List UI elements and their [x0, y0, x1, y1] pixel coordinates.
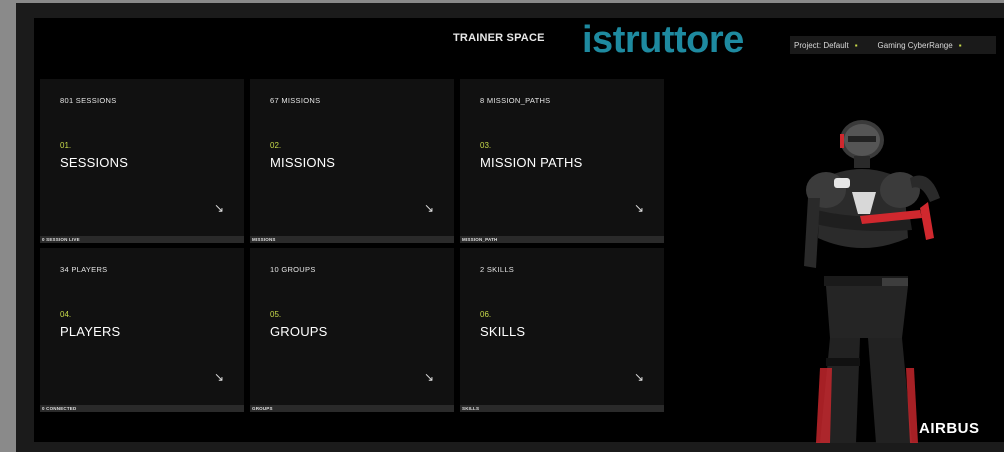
range-selector[interactable]: Gaming CyberRange — [878, 41, 953, 50]
card-count: 67 MISSIONS — [270, 96, 321, 105]
card-number: 05. — [270, 310, 282, 319]
card-count: 2 SKILLS — [480, 265, 515, 274]
card-title: GROUPS — [270, 324, 328, 339]
card-footer: 0 CONNECTED — [40, 405, 244, 412]
card-players[interactable]: 34 PLAYERS 04. PLAYERS ↘ 0 CONNECTED — [40, 248, 244, 412]
card-title: SESSIONS — [60, 155, 129, 170]
card-count: 34 PLAYERS — [60, 265, 108, 274]
card-sessions[interactable]: 801 SESSIONS 01. SESSIONS ↘ 0 SESSION LI… — [40, 79, 244, 243]
card-groups[interactable]: 10 GROUPS 05. GROUPS ↘ GROUPS — [250, 248, 454, 412]
card-number: 04. — [60, 310, 72, 319]
card-count: 10 GROUPS — [270, 265, 316, 274]
card-footer: SKILLS — [460, 405, 664, 412]
card-missions[interactable]: 67 MISSIONS 02. MISSIONS ↘ MISSIONS — [250, 79, 454, 243]
card-number: 06. — [480, 310, 492, 319]
hero-character-illustration — [804, 120, 940, 443]
arrow-down-right-icon: ↘ — [633, 370, 644, 384]
card-title: MISSION PATHS — [480, 155, 583, 170]
card-mission-paths[interactable]: 8 MISSION_PATHS 03. MISSION PATHS ↘ MISS… — [460, 79, 664, 243]
context-bar: Project: Default ▪ Gaming CyberRange ▪ — [790, 36, 996, 54]
card-count: 801 SESSIONS — [60, 96, 117, 105]
card-title: PLAYERS — [60, 324, 121, 339]
card-number: 03. — [480, 141, 492, 150]
card-title: MISSIONS — [270, 155, 336, 170]
card-count: 8 MISSION_PATHS — [480, 96, 551, 105]
card-footer: GROUPS — [250, 405, 454, 412]
arrow-down-right-icon: ↘ — [633, 201, 644, 215]
card-footer: 0 SESSION LIVE — [40, 236, 244, 243]
airbus-logo: AIRBUS — [919, 420, 980, 437]
chevron-down-icon: ▪ — [854, 40, 858, 50]
card-skills[interactable]: 2 SKILLS 06. SKILLS ↘ SKILLS — [460, 248, 664, 412]
card-number: 02. — [270, 141, 282, 150]
project-selector[interactable]: Project: Default — [794, 41, 849, 50]
chevron-down-icon: ▪ — [958, 40, 962, 50]
arrow-down-right-icon: ↘ — [423, 370, 434, 384]
page-title: TRAINER SPACE — [453, 32, 545, 44]
card-title: SKILLS — [480, 324, 526, 339]
card-number: 01. — [60, 141, 72, 150]
card-footer: MISSIONS — [250, 236, 454, 243]
arrow-down-right-icon: ↘ — [423, 201, 434, 215]
arrow-down-right-icon: ↘ — [213, 370, 224, 384]
card-footer: MISSION_PATH — [460, 236, 664, 243]
arrow-down-right-icon: ↘ — [213, 201, 224, 215]
brand-text: istruttore — [582, 19, 744, 61]
